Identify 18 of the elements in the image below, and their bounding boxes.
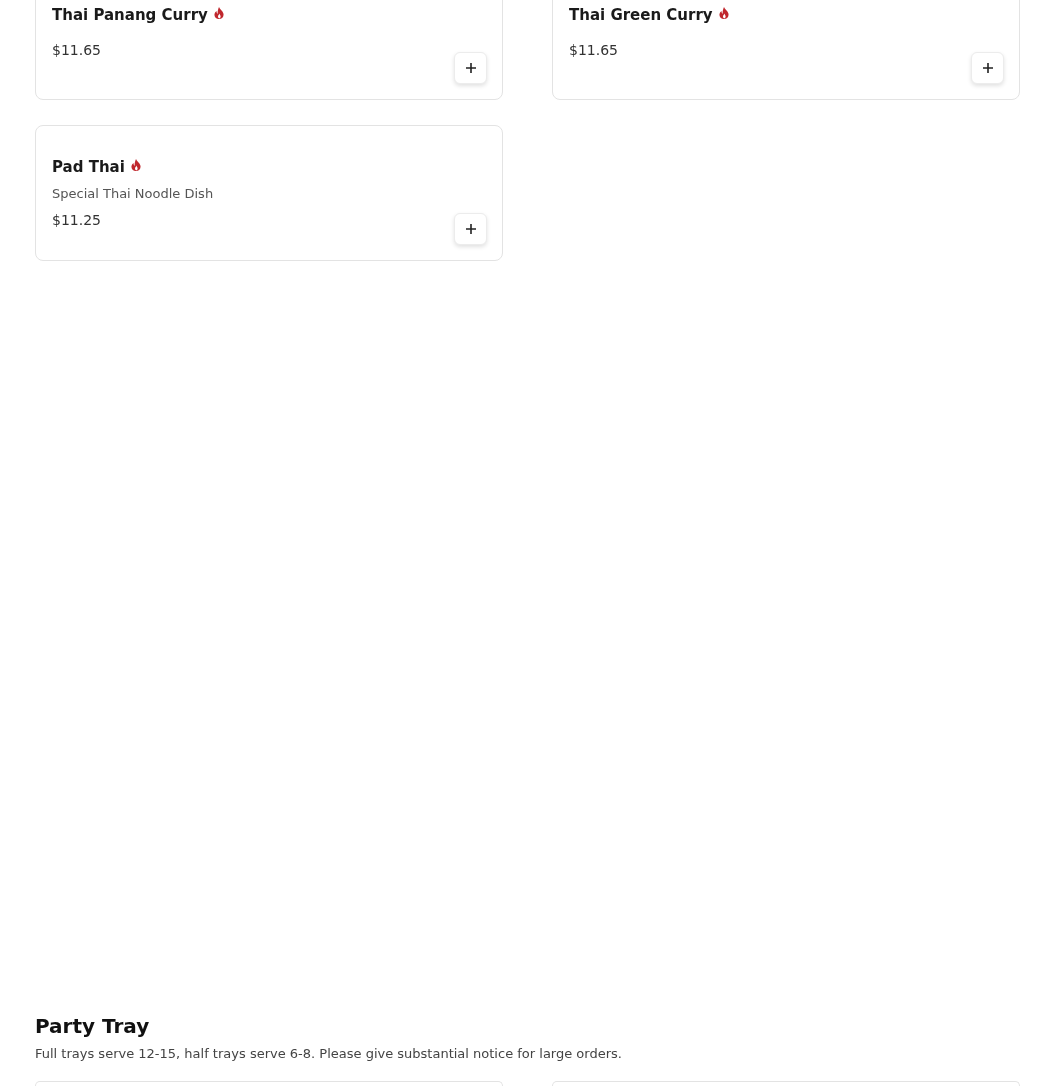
- add-button[interactable]: [971, 52, 1004, 84]
- item-price: $11.25: [52, 211, 102, 230]
- item-name: Pad Thai: [52, 157, 125, 177]
- menu-card[interactable]: Thai Green Curry $11.65: [552, 0, 1020, 100]
- menu-card[interactable]: Pad Thai Special Thai Noodle Dish $11.25: [35, 125, 503, 261]
- item-price: $11.65: [52, 41, 102, 60]
- plus-icon: [982, 63, 993, 73]
- section-description: Full trays serve 12-15, half trays serve 6-8. Please give substantial notice for large orders.: [35, 1045, 623, 1063]
- item-description: Special Thai Noodle Dish: [52, 185, 214, 203]
- menu-card[interactable]: Thai Panang Curry $11.65: [35, 0, 503, 100]
- item-name: Thai Panang Curry: [52, 5, 208, 25]
- item-name: Thai Green Curry: [569, 5, 713, 25]
- plus-icon: [465, 63, 476, 73]
- section-heading: Party Tray: [35, 1013, 151, 1040]
- plus-icon: [465, 224, 476, 234]
- add-button[interactable]: [454, 52, 487, 84]
- item-price: $11.65: [569, 41, 619, 60]
- add-button[interactable]: [454, 213, 487, 245]
